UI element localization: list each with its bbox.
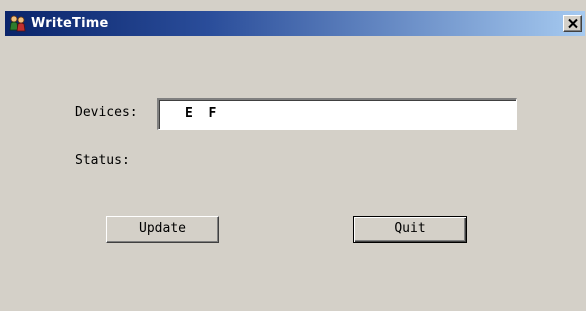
devices-label: Devices: bbox=[75, 105, 138, 120]
quit-button[interactable]: Quit bbox=[353, 216, 467, 243]
devices-field[interactable]: E F bbox=[157, 98, 517, 130]
dialog-body: Devices: E F Status: Update Quit bbox=[5, 36, 585, 311]
close-button[interactable] bbox=[563, 15, 582, 32]
status-label: Status: bbox=[75, 153, 130, 168]
app-icon bbox=[8, 14, 27, 33]
window-title: WriteTime bbox=[31, 16, 109, 31]
devices-value: E F bbox=[185, 106, 217, 121]
update-button[interactable]: Update bbox=[106, 216, 219, 243]
writetime-window: WriteTime Devices: E F Status: Update Qu… bbox=[0, 0, 586, 311]
title-bar[interactable]: WriteTime bbox=[5, 11, 585, 36]
close-icon bbox=[568, 18, 578, 29]
